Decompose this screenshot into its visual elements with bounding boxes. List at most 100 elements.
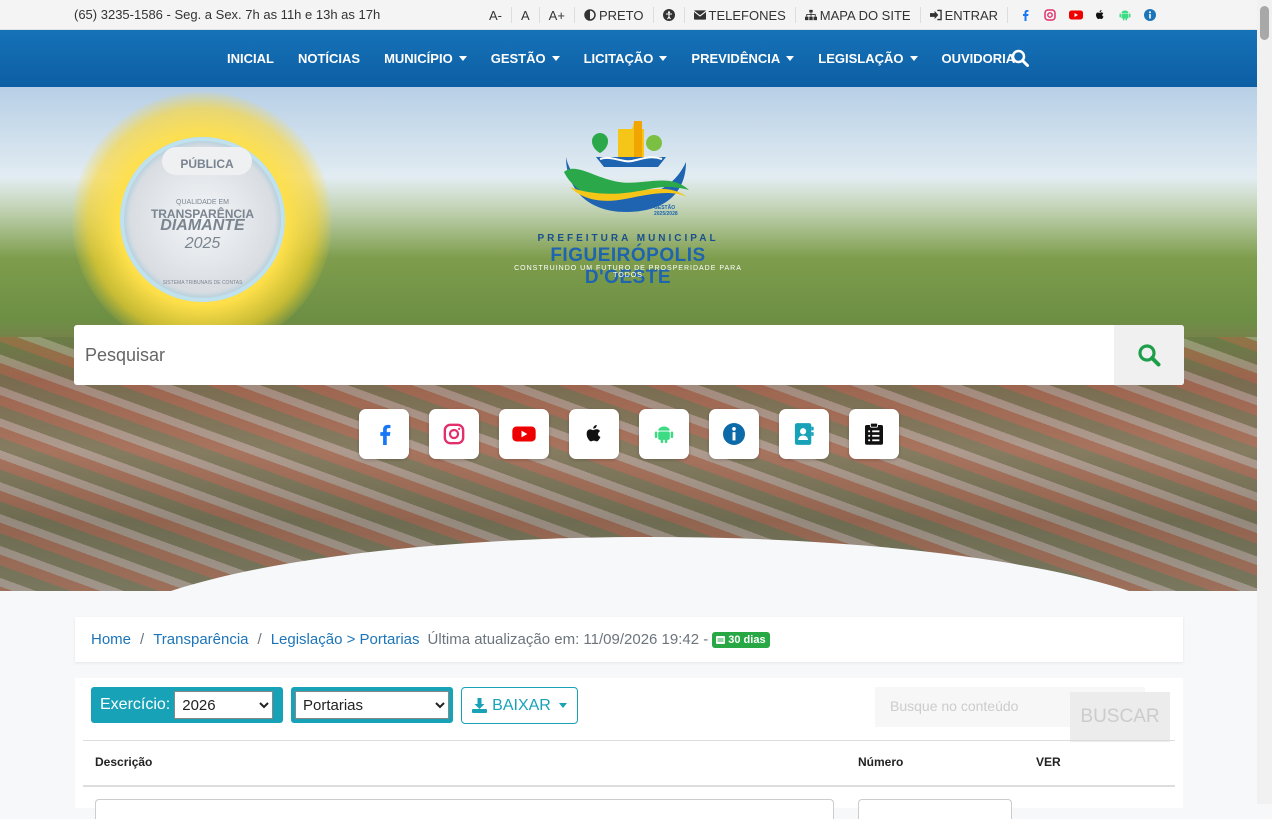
instagram-icon[interactable] — [1044, 9, 1056, 21]
content-search-input[interactable] — [875, 687, 1075, 725]
instagram-button[interactable] — [429, 409, 479, 459]
nav-label: PREVIDÊNCIA — [691, 51, 781, 66]
number-filter-input[interactable] — [858, 799, 1012, 819]
seal-year: 2025 — [184, 235, 221, 252]
accessibility-icon — [662, 9, 675, 21]
transparency-seal: PÚBLICA QUALIDADE EM TRANSPARÊNCIA DIAMA… — [120, 137, 285, 302]
android-icon[interactable] — [1119, 9, 1131, 21]
nav-item-previdencia[interactable]: PREVIDÊNCIA — [679, 51, 806, 66]
sign-in-icon — [929, 9, 942, 21]
seal-level: DIAMANTE — [160, 217, 245, 234]
youtube-icon[interactable] — [1069, 9, 1084, 21]
page-scrollbar[interactable] — [1257, 0, 1272, 804]
info-icon[interactable] — [1144, 9, 1157, 21]
search-icon[interactable] — [1011, 49, 1029, 72]
column-header-description: Descrição — [95, 755, 153, 769]
facebook-icon — [380, 424, 391, 445]
login-label: ENTRAR — [944, 7, 999, 23]
chevron-down-icon — [458, 56, 467, 61]
services-button[interactable] — [849, 409, 899, 459]
font-smaller-button[interactable]: A- — [480, 7, 512, 23]
contrast-button[interactable]: PRETO — [575, 7, 654, 23]
seal-brand: PÚBLICA — [162, 147, 252, 175]
seal-court: SISTEMA TRIBUNAIS DE CONTAS — [162, 280, 243, 286]
top-bar-tools: A- A A+ PRETO TELEFONES MAPA DO SITE ENT… — [480, 0, 1170, 30]
top-social-icons — [1008, 7, 1170, 23]
exercise-filter: Exercício: 2026 — [91, 687, 283, 723]
download-button[interactable]: BAIXAR — [461, 687, 578, 724]
logo-prefix: PREFEITURA MUNICIPAL — [537, 233, 719, 244]
exercise-select[interactable]: 2026 — [174, 691, 274, 719]
column-header-number: Número — [858, 755, 904, 769]
content-panel: Exercício: 2026 Portarias BAIXAR BUSCAR … — [75, 678, 1183, 819]
nav-item-licitacao[interactable]: LICITAÇÃO — [572, 51, 680, 66]
table-header-border — [83, 785, 1175, 787]
breadcrumb-transparency[interactable]: Transparência — [153, 631, 248, 648]
nav-label: LEGISLAÇÃO — [818, 51, 904, 66]
content-search-button[interactable]: BUSCAR — [1070, 692, 1170, 742]
nav-item-municipio[interactable]: MUNICÍPIO — [372, 51, 479, 66]
apple-icon — [586, 424, 601, 442]
nav-label: OUVIDORIA — [941, 51, 1016, 66]
android-icon — [654, 426, 674, 444]
contrast-icon — [584, 9, 596, 21]
font-normal-button[interactable]: A — [512, 7, 540, 23]
phones-label: TELEFONES — [708, 7, 786, 23]
search-button[interactable] — [1114, 325, 1184, 385]
youtube-button[interactable] — [499, 409, 549, 459]
apple-store-button[interactable] — [569, 409, 619, 459]
youtube-icon — [512, 426, 536, 442]
chevron-down-icon — [551, 56, 560, 61]
info-button[interactable] — [709, 409, 759, 459]
search-input[interactable] — [74, 325, 1114, 385]
breadcrumb-separator: / — [140, 631, 145, 648]
scrollbar-thumb[interactable] — [1260, 6, 1269, 40]
clipboard-list-icon — [865, 423, 883, 445]
accessibility-button[interactable] — [654, 7, 685, 23]
apple-icon[interactable] — [1094, 9, 1106, 21]
type-filter: Portarias — [291, 687, 453, 723]
table-top-border — [83, 740, 1175, 741]
column-header-view: VER — [1036, 755, 1061, 769]
logo-term: GESTÃO 2025/2028 — [654, 205, 678, 217]
exercise-label: Exercício: — [100, 696, 171, 713]
calendar-icon — [716, 636, 726, 644]
description-filter-input[interactable] — [95, 799, 834, 819]
nav-item-gestao[interactable]: GESTÃO — [479, 51, 572, 66]
facebook-button[interactable] — [359, 409, 409, 459]
sitemap-link[interactable]: MAPA DO SITE — [796, 7, 921, 23]
info-icon — [723, 423, 745, 445]
seal-quality: QUALIDADE EM — [176, 199, 229, 206]
android-store-button[interactable] — [639, 409, 689, 459]
nav-item-noticias[interactable]: NOTÍCIAS — [286, 51, 372, 66]
municipality-logo[interactable]: GESTÃO 2025/2028 PREFEITURA MUNICIPAL FI… — [508, 117, 748, 288]
chevron-down-icon — [659, 56, 668, 61]
login-link[interactable]: ENTRAR — [921, 7, 1009, 23]
sitemap-label: MAPA DO SITE — [819, 7, 911, 23]
instagram-icon — [443, 423, 465, 445]
top-bar: (65) 3235-1586 - Seg. a Sex. 7h as 11h e… — [0, 0, 1257, 30]
chevron-down-icon — [909, 56, 918, 61]
content-search: BUSCAR — [875, 687, 1170, 742]
facebook-icon[interactable] — [1019, 9, 1031, 21]
update-badge-label: 30 dias — [728, 633, 766, 646]
breadcrumb-separator: / — [257, 631, 262, 648]
nav-label: INICIAL — [227, 51, 274, 66]
chevron-down-icon — [558, 703, 567, 708]
address-book-icon — [794, 423, 814, 445]
breadcrumb-section[interactable]: Legislação > Portarias — [271, 631, 420, 648]
update-badge: 30 dias — [712, 631, 770, 648]
contrast-label: PRETO — [598, 7, 644, 23]
nav-item-legislacao[interactable]: LEGISLAÇÃO — [806, 51, 929, 66]
breadcrumb-home[interactable]: Home — [91, 631, 131, 648]
download-icon — [472, 698, 488, 713]
search-icon — [1138, 344, 1161, 367]
contacts-button[interactable] — [779, 409, 829, 459]
font-larger-button[interactable]: A+ — [540, 7, 575, 23]
type-select[interactable]: Portarias — [295, 691, 449, 719]
chevron-down-icon — [786, 56, 795, 61]
nav-label: MUNICÍPIO — [384, 51, 453, 66]
nav-item-inicial[interactable]: INICIAL — [215, 51, 286, 66]
phones-link[interactable]: TELEFONES — [685, 7, 796, 23]
sitemap-icon — [804, 9, 817, 21]
